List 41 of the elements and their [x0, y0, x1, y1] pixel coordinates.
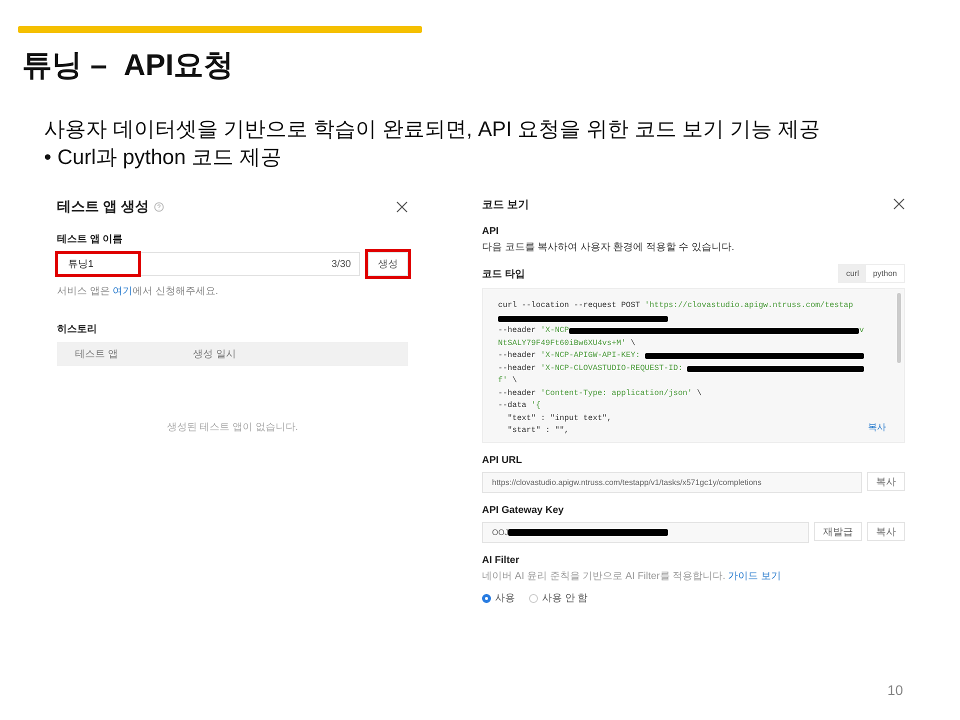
description-text: 다음 코드를 복사하여 사용자 환경에 적용할 수 있습니다. [482, 241, 736, 254]
close-icon[interactable] [893, 198, 905, 210]
guide-link[interactable]: 가이드 보기 [728, 571, 781, 582]
code-type-tab[interactable]: curl [839, 265, 866, 282]
bullet-marker: • [44, 145, 52, 171]
copy-button[interactable]: 복사 [867, 522, 905, 541]
copy-button[interactable]: 복사 [867, 472, 905, 491]
section-label: 코드 타입 [482, 268, 525, 280]
bullet-text: 사용자 데이터셋을 기반으로 학습이 완료되면, API 요청을 위한 코드 보기 기능 제공 [44, 117, 820, 143]
description-text: 네이버 AI 윤리 준칙을 기반으로 AI Filter를 적용합니다. 가이드 보기 [482, 570, 782, 583]
column-header: 테스트 앱 [75, 348, 119, 361]
key-field[interactable]: OOJ [482, 522, 809, 543]
character-counter: 3/30 [332, 258, 351, 270]
radio-button[interactable] [529, 594, 538, 602]
field-label: API Gateway Key [482, 505, 565, 516]
column-header: 생성 일시 [193, 348, 237, 361]
reissue-button[interactable]: 재발급 [814, 522, 862, 541]
dialog-title: 코드 보기 [482, 198, 530, 212]
key-text: OOJ [492, 528, 508, 537]
copy-link[interactable]: 복사 [868, 421, 886, 434]
app-name-field[interactable]: 튜닝1 3/30 [57, 252, 360, 276]
url-field[interactable]: https://clovastudio.apigw.ntruss.com/testapp/v1/tasks/x571gc1y/completions [482, 472, 862, 493]
radio-button[interactable] [482, 594, 491, 602]
dialog-title: 테스트 앱 생성 [57, 198, 149, 216]
field-label: API URL [482, 455, 523, 466]
field-label: 테스트 앱 이름 [57, 233, 124, 246]
section-label: API [482, 226, 500, 237]
scrollbar-thumb[interactable] [897, 293, 901, 363]
create-button[interactable]: 생성 [368, 252, 408, 276]
radio-label: 사용 [495, 592, 515, 605]
link[interactable]: 여기 [112, 286, 133, 297]
slide-title: 튜닝 – API요청 [22, 48, 235, 84]
close-icon[interactable] [396, 201, 408, 213]
radio-label: 사용 안 함 [542, 592, 588, 605]
section-label: 히스토리 [57, 323, 98, 336]
field-value: 튜닝1 [58, 254, 138, 274]
hint-text: 서비스 앱은 여기에서 신청해주세요. [57, 285, 220, 298]
field-label: AI Filter [482, 555, 520, 566]
page-number: 10 [887, 682, 903, 698]
empty-message: 생성된 테스트 앱이 없습니다. [166, 421, 300, 434]
bullet-text: Curl과 python 코드 제공 [57, 145, 282, 171]
